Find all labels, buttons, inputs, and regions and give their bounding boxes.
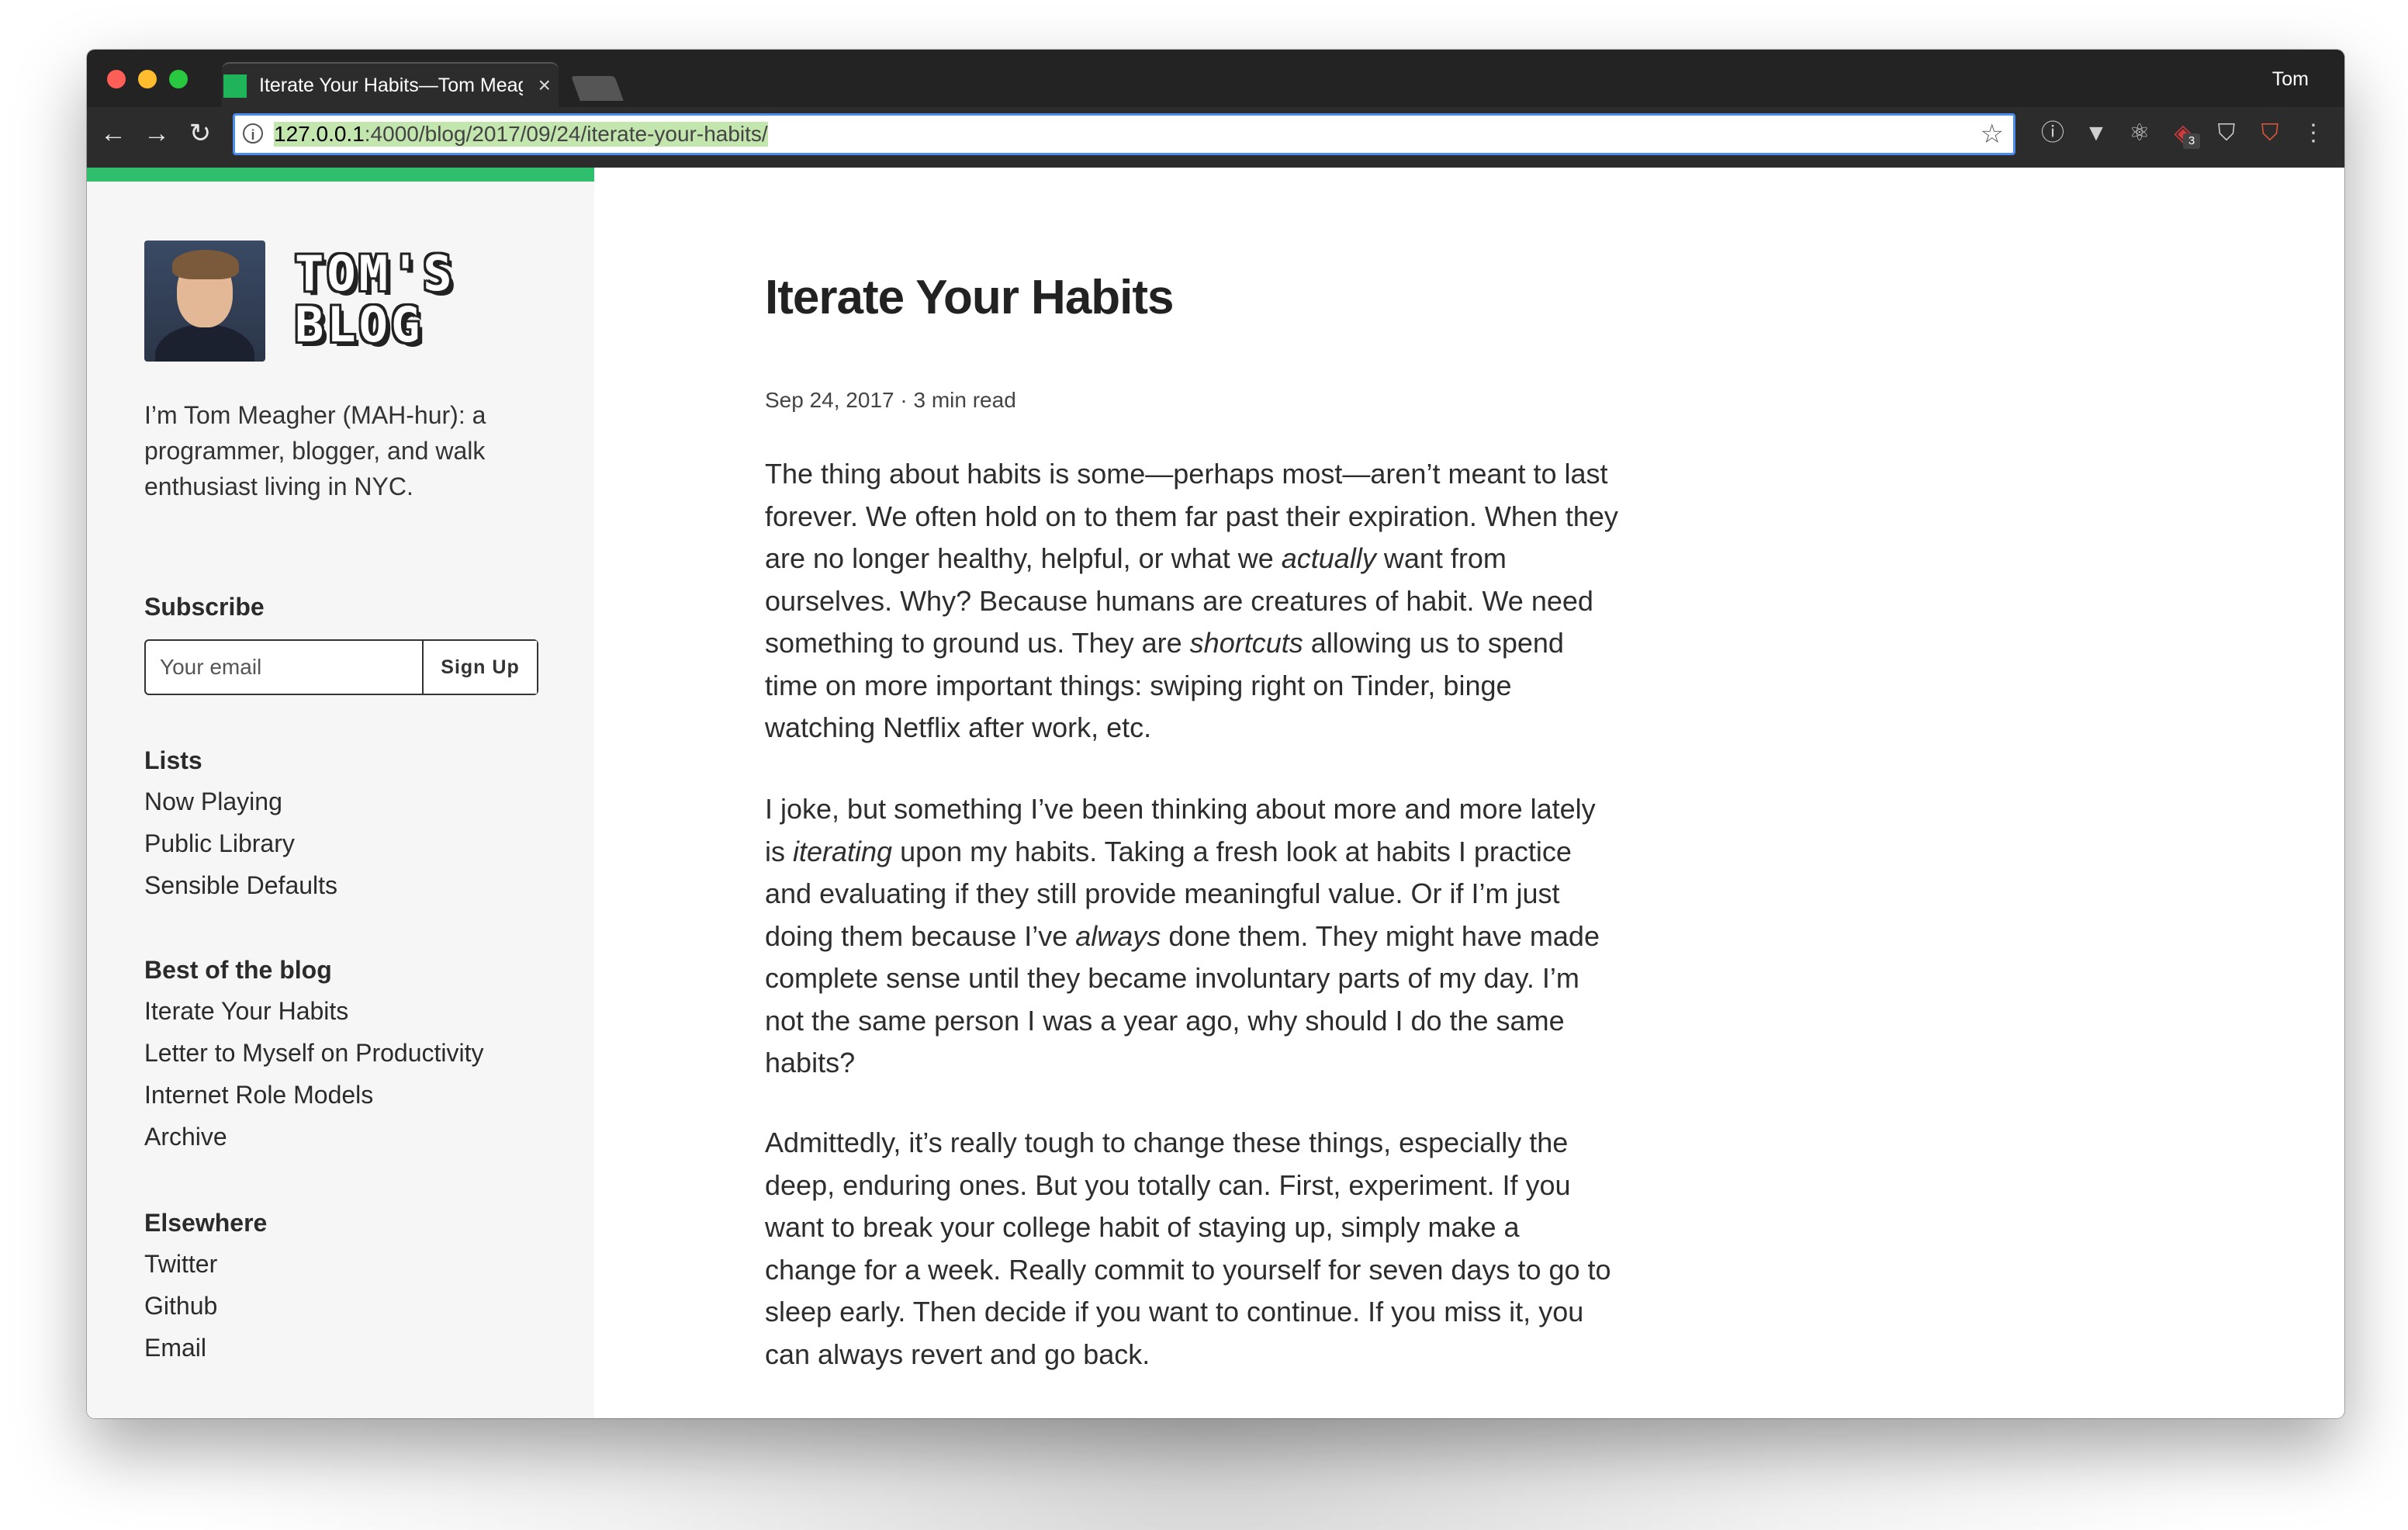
site-logo[interactable]: TOM'S BLOG [295,248,455,351]
sidebar-link-sensible-defaults[interactable]: Sensible Defaults [144,864,337,906]
emphasis: iterating [793,835,893,867]
post-title: Iterate Your Habits [765,271,1175,324]
emphasis: actually [1281,542,1376,574]
elsewhere-list: Twitter Github Email [144,1243,217,1369]
avatar-hair [172,250,239,279]
back-arrow-icon[interactable]: ← [98,118,129,149]
react-devtools-icon[interactable]: ⚛ [2124,118,2155,149]
tab-title: Iterate Your Habits—Tom Meagher [259,74,523,96]
post-paragraph-2: I joke, but something I’ve been thinking… [765,788,1618,1085]
sidebar-link-archive[interactable]: Archive [144,1116,484,1158]
sidebar-link-public-library[interactable]: Public Library [144,822,337,864]
address-bar[interactable]: i 127.0.0.1:4000/blog/2017/09/24/iterate… [233,113,2015,155]
elsewhere-heading: Elsewhere [144,1209,268,1237]
sidebar: TOM'S BLOG I’m Tom Meagher (MAH-hur): a … [87,168,594,1418]
avatar[interactable] [144,241,265,362]
close-window-button[interactable] [107,70,126,88]
author-bio: I’m Tom Meagher (MAH-hur): a programmer,… [144,401,486,500]
post-paragraph-1: The thing about habits is some—perhaps m… [765,453,1618,749]
subscribe-form: Sign Up [144,639,538,695]
ublock-icon[interactable]: ◈ 3 [2168,118,2200,149]
new-tab-button[interactable] [571,76,624,101]
tab-close-icon[interactable]: × [538,73,551,98]
sidebar-link-email[interactable]: Email [144,1327,217,1369]
info-extension-icon[interactable]: ⓘ [2037,118,2068,149]
lists-heading: Lists [144,746,202,774]
sign-up-button[interactable]: Sign Up [422,641,537,694]
emphasis: always [1075,919,1161,952]
sidebar-link-letter-to-myself[interactable]: Letter to Myself on Productivity [144,1032,484,1074]
bookmark-star-icon[interactable]: ☆ [1981,119,2004,150]
forward-arrow-icon[interactable]: → [141,118,172,149]
reload-icon[interactable]: ↻ [185,118,216,149]
url-host: 127.0.0.1 [274,122,365,146]
logo-line-1: TOM'S [295,245,455,302]
avatar-body [155,324,254,362]
reading-progress-bar [87,168,594,182]
extension-badge: 3 [2183,133,2200,149]
sidebar-link-now-playing[interactable]: Now Playing [144,781,337,822]
best-heading: Best of the blog [144,956,332,984]
tab-strip: Iterate Your Habits—Tom Meagher × Tom [87,50,2344,109]
minimize-window-button[interactable] [138,70,157,88]
emphasis: shortcuts [1189,627,1303,659]
site-info-icon[interactable]: i [243,123,263,144]
sidebar-link-twitter[interactable]: Twitter [144,1243,217,1285]
post-meta: Sep 24, 2017 · 3 min read [765,388,1016,412]
logo-line-2: BLOG [295,296,424,353]
browser-window: Iterate Your Habits—Tom Meagher × Tom ← … [87,50,2344,1418]
lists-list: Now Playing Public Library Sensible Defa… [144,781,337,906]
fox-extension-icon[interactable]: ⛉ [2254,118,2285,149]
vue-devtools-icon[interactable]: ▼ [2081,118,2112,149]
sidebar-link-github[interactable]: Github [144,1285,217,1327]
subscribe-heading: Subscribe [144,593,265,621]
post-paragraph-3: Admittedly, it’s really tough to change … [765,1127,1611,1370]
profile-name[interactable]: Tom [2272,68,2309,91]
zoom-window-button[interactable] [169,70,188,88]
url-text[interactable]: 127.0.0.1:4000/blog/2017/09/24/iterate-y… [274,122,768,147]
favicon-icon [223,74,247,98]
post-paragraph-4: I did something similar for my excessive… [765,1412,1618,1418]
url-path: :4000/blog/2017/09/24/iterate-your-habit… [364,122,768,146]
email-field[interactable] [146,641,422,694]
browser-toolbar: ← → ↻ i 127.0.0.1:4000/blog/2017/09/24/i… [87,107,2344,168]
window-controls [107,70,188,88]
tab-active[interactable]: Iterate Your Habits—Tom Meagher × [222,62,559,109]
sidebar-link-iterate-your-habits[interactable]: Iterate Your Habits [144,990,484,1032]
menu-kebab-icon[interactable]: ⋮ [2298,118,2329,149]
shield-extension-icon[interactable]: ⛉ [2211,118,2242,149]
best-list: Iterate Your Habits Letter to Myself on … [144,990,484,1158]
sidebar-link-internet-role-models[interactable]: Internet Role Models [144,1074,484,1116]
